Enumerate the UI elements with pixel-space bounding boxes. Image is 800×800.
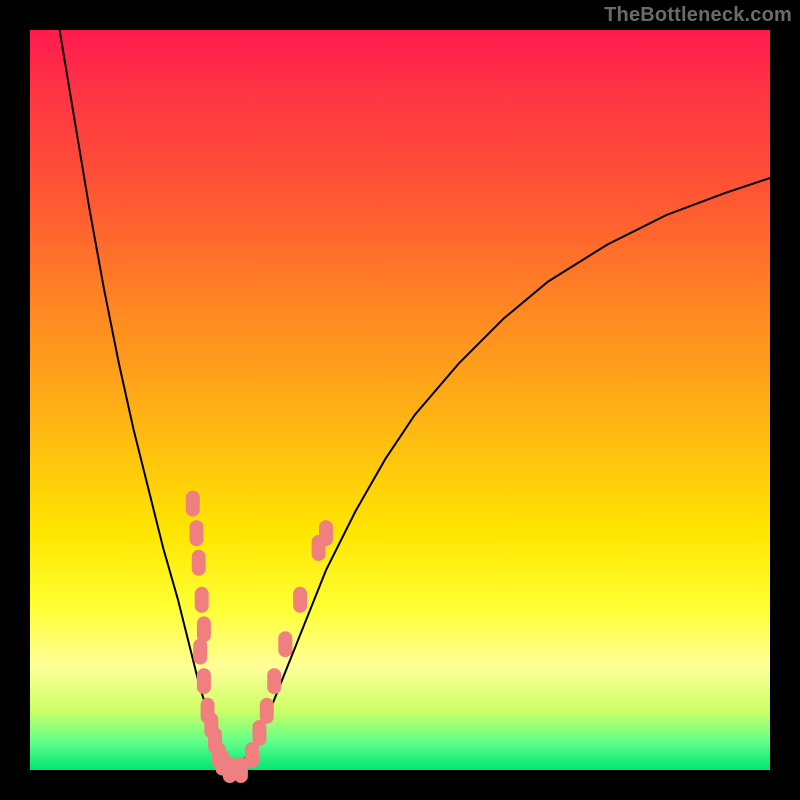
chart-container: TheBottleneck.com xyxy=(0,0,800,800)
scatter-point xyxy=(278,631,292,657)
scatter-point xyxy=(195,587,209,613)
scatter-point xyxy=(260,698,274,724)
scatter-point xyxy=(252,720,266,746)
scatter-points xyxy=(186,491,333,783)
scatter-point xyxy=(197,668,211,694)
left-curve xyxy=(60,30,238,770)
scatter-point xyxy=(267,668,281,694)
scatter-point xyxy=(293,587,307,613)
scatter-point xyxy=(190,520,204,546)
curves-svg xyxy=(30,30,770,770)
scatter-point xyxy=(192,550,206,576)
scatter-point xyxy=(193,639,207,665)
scatter-point xyxy=(186,491,200,517)
right-curve xyxy=(237,178,770,770)
scatter-point xyxy=(319,520,333,546)
scatter-point xyxy=(197,616,211,642)
scatter-point xyxy=(245,742,259,768)
watermark-text: TheBottleneck.com xyxy=(604,4,792,27)
